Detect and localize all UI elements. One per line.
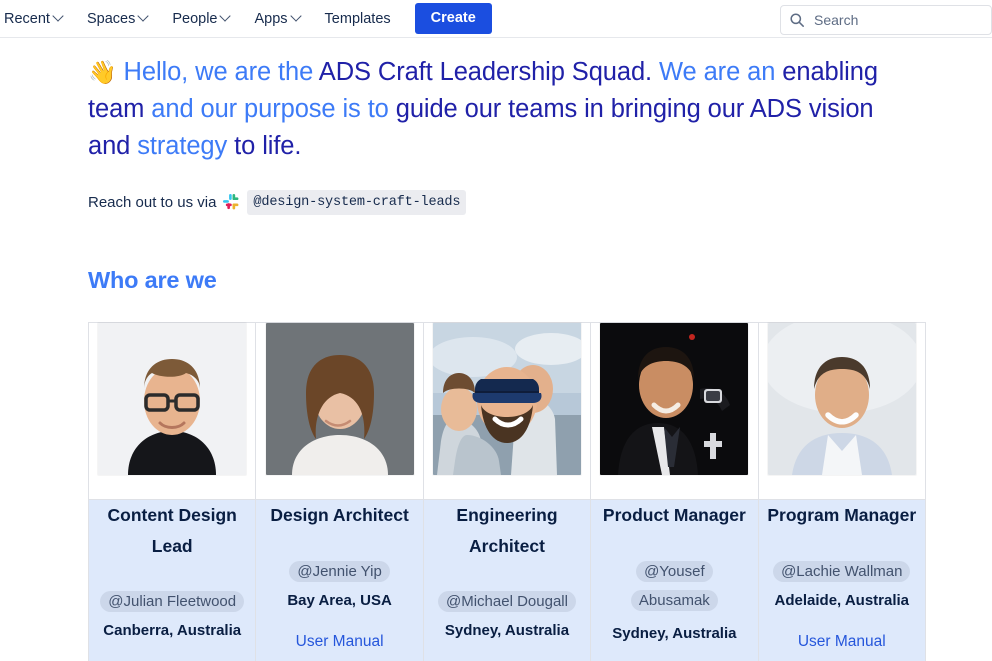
search-icon: [790, 13, 804, 27]
contact-label: Reach out to us via: [88, 193, 217, 211]
create-button[interactable]: Create: [414, 3, 492, 34]
slack-channel-handle[interactable]: @design-system-craft-leads: [247, 189, 467, 216]
hero-segment-3: We are an: [652, 58, 783, 86]
photo-cell-2: [255, 322, 424, 501]
member-role: Program Manager: [767, 505, 917, 526]
nav-items: Recent Spaces People Apps Templates Crea…: [0, 3, 492, 34]
table-row-photos: [87, 322, 927, 501]
member-cell-4: Product Manager @Yousef Abusamak Sydney,…: [590, 499, 759, 661]
member-mention-wrap: @Yousef Abusamak: [591, 557, 757, 616]
photo-cell-1: [87, 322, 257, 501]
nav-item-recent[interactable]: Recent: [0, 5, 75, 33]
nav-item-templates[interactable]: Templates: [313, 5, 403, 33]
member-role: Content Design Lead: [107, 505, 237, 556]
member-location: Canberra, Australia: [103, 621, 242, 639]
user-manual-link[interactable]: User Manual: [256, 632, 422, 652]
member-location: Sydney, Australia: [444, 621, 570, 639]
slack-icon: [223, 194, 239, 210]
photo-cell-4: [590, 322, 759, 501]
member-mention-wrap: @Julian Fleetwood: [89, 587, 255, 616]
member-mention[interactable]: @Michael Dougall: [438, 590, 576, 612]
team-members-table: Content Design Lead @Julian Fleetwood Ca…: [87, 322, 927, 661]
member-cell-1: Content Design Lead @Julian Fleetwood Ca…: [87, 499, 257, 661]
nav-item-label: Recent: [4, 10, 50, 27]
page-content: 👋 Hello, we are the ADS Craft Leadership…: [0, 54, 992, 661]
nav-item-spaces[interactable]: Spaces: [75, 5, 160, 33]
user-manual-link[interactable]: User Manual: [759, 632, 925, 652]
avatar-julian-fleetwood: [98, 323, 247, 476]
hero-segment-5: and our purpose is to: [144, 95, 396, 124]
member-role: Engineering Architect: [456, 505, 558, 556]
member-role: Design Architect: [270, 505, 409, 526]
photo-cell-3: [422, 322, 592, 501]
member-mention-wrap: @Jennie Yip: [256, 557, 422, 586]
member-mention[interactable]: @Jennie Yip: [289, 560, 390, 582]
nav-item-apps[interactable]: Apps: [242, 5, 312, 33]
member-location: Adelaide, Australia: [774, 591, 910, 609]
nav-item-label: Apps: [254, 10, 288, 27]
section-heading-who-are-we: Who are we: [88, 267, 217, 294]
nav-item-people[interactable]: People: [160, 5, 242, 33]
member-mention-wrap: @Lachie Wallman: [759, 557, 925, 586]
member-mention[interactable]: @Yousef Abusamak: [630, 560, 718, 611]
member-location: Bay Area, USA: [287, 591, 392, 609]
table-row-info: Content Design Lead @Julian Fleetwood Ca…: [87, 499, 927, 661]
search-box[interactable]: [780, 5, 992, 35]
avatar-michael-dougall: [432, 323, 581, 476]
chevron-down-icon: [221, 12, 230, 21]
nav-item-label: People: [172, 10, 218, 27]
member-mention[interactable]: @Julian Fleetwood: [100, 590, 245, 612]
top-navigation-bar: Recent Spaces People Apps Templates Crea…: [0, 0, 992, 38]
waving-hand-icon: 👋: [88, 59, 117, 85]
hero-segment-7: strategy: [130, 132, 228, 161]
contact-line: Reach out to us via @design-system-craft…: [88, 189, 992, 216]
chevron-down-icon: [292, 12, 301, 21]
avatar-lachie-wallman: [767, 323, 916, 476]
member-location: Sydney, Australia: [612, 625, 737, 642]
member-cell-5: Program Manager @Lachie Wallman Adelaide…: [757, 499, 927, 661]
nav-item-label: Templates: [324, 10, 391, 27]
chevron-down-icon: [54, 12, 63, 21]
avatar-jennie-yip: [265, 323, 414, 476]
hero-segment-1: Hello, we are the: [123, 58, 319, 86]
member-cell-2: Design Architect @Jennie Yip Bay Area, U…: [255, 499, 424, 661]
member-mention[interactable]: @Lachie Wallman: [773, 560, 911, 582]
member-role: Product Manager: [602, 505, 746, 526]
hero-segment-2: ADS Craft Leadership Squad.: [318, 58, 653, 86]
chevron-down-icon: [139, 12, 148, 21]
nav-item-label: Spaces: [86, 10, 136, 27]
hero-segment-8: to life.: [227, 132, 302, 161]
member-mention-wrap: @Michael Dougall: [424, 587, 590, 616]
member-cell-3: Engineering Architect @Michael Dougall S…: [422, 499, 592, 661]
page-title: 👋 Hello, we are the ADS Craft Leadership…: [88, 54, 898, 166]
search-input[interactable]: [812, 11, 972, 29]
photo-cell-5: [757, 322, 927, 501]
avatar-yousef-abusamak: [600, 323, 749, 476]
